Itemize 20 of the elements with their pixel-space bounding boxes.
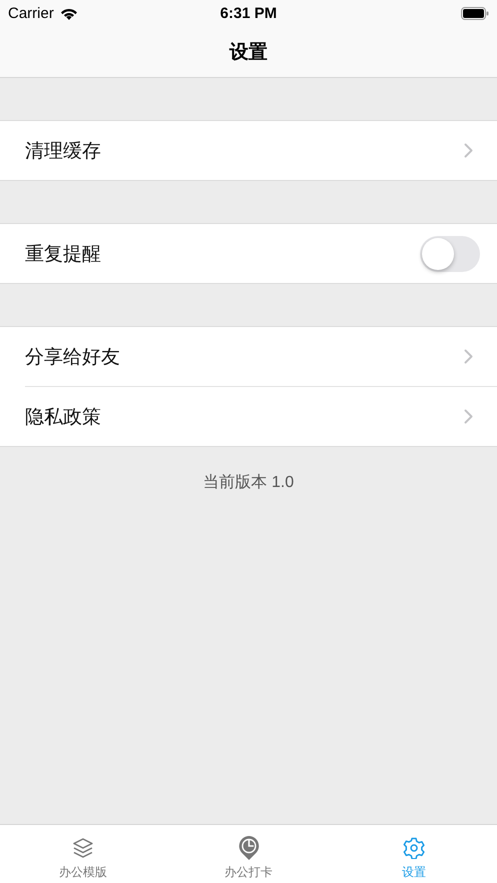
toggle-switch[interactable] [420, 236, 480, 272]
gear-icon [403, 836, 426, 858]
tab-item[interactable]: 设置 [331, 825, 497, 883]
tab-item[interactable]: 办公模版 [0, 825, 166, 883]
row-label: 分享给好友 [25, 346, 120, 370]
clock-pin-icon [238, 834, 260, 860]
row-label: 重复提醒 [25, 242, 101, 266]
layers-icon [72, 836, 94, 858]
row-label: 清理缓存 [25, 140, 101, 164]
version-label: 当前版本 1.0 [203, 472, 294, 493]
screen-title: 设置 [230, 40, 268, 64]
carrier-label: Carrier [8, 4, 54, 22]
chevron-icon [464, 409, 473, 424]
chevron-icon [464, 143, 473, 158]
clock-time: 6:31 PM [219, 4, 278, 22]
row-label: 隐私政策 [25, 406, 101, 430]
wifi-icon [60, 6, 78, 20]
chevron-icon [464, 349, 473, 364]
battery-icon [461, 6, 489, 20]
tab-item[interactable]: 办公打卡 [166, 825, 332, 883]
